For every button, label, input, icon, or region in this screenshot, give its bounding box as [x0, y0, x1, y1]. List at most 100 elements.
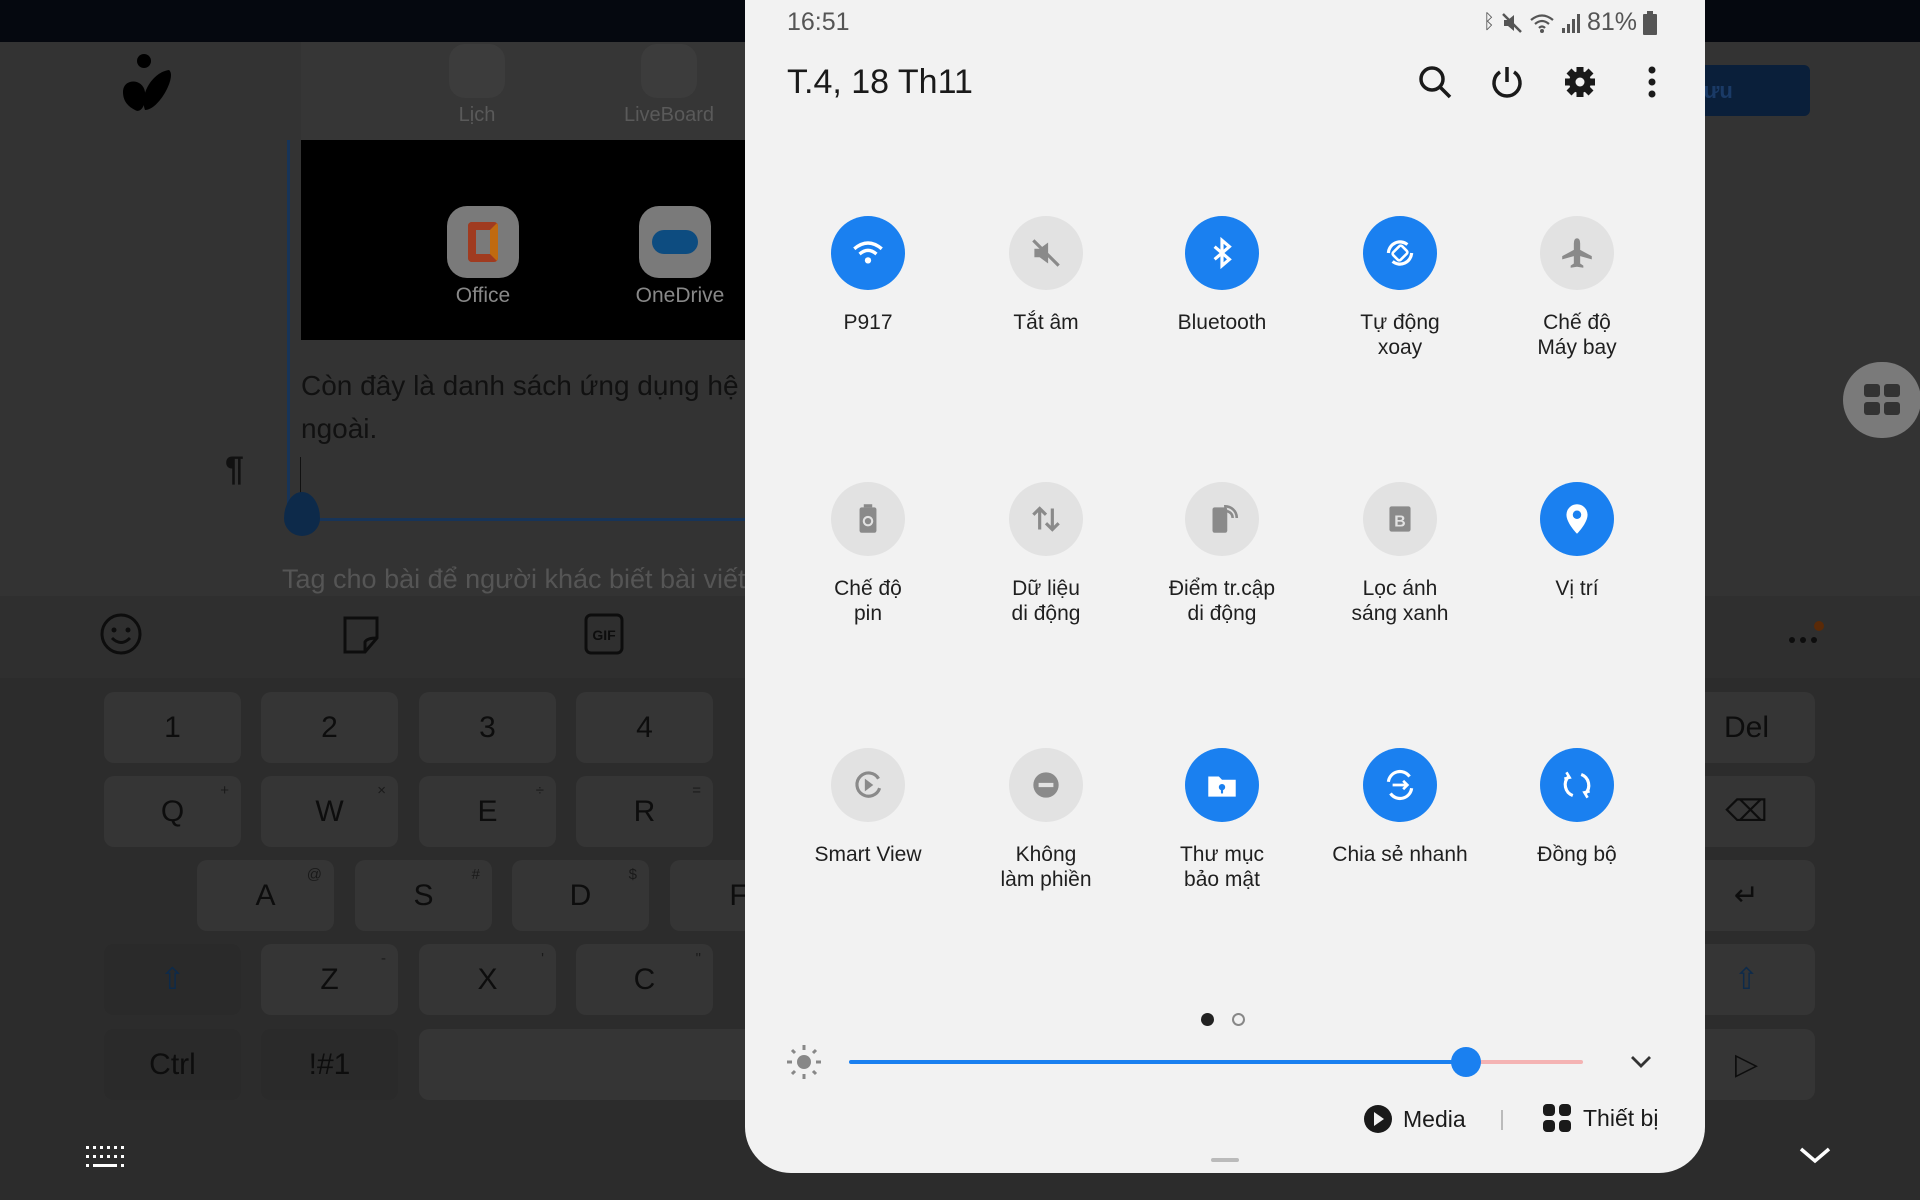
airplane-icon — [1562, 238, 1592, 268]
key[interactable]: Ctrl — [104, 1029, 241, 1100]
app-label: OneDrive — [635, 284, 725, 307]
brightness-slider[interactable] — [849, 1047, 1583, 1077]
app-label: Lịch — [458, 104, 496, 126]
tag-input[interactable]: Tag cho bài để người khác biết bài viết — [282, 564, 745, 595]
sync-icon — [1563, 771, 1591, 799]
power-icon[interactable] — [1489, 64, 1525, 100]
media-label: Media — [1403, 1105, 1466, 1132]
slider-thumb[interactable] — [1450, 1047, 1481, 1077]
floating-apps-button[interactable] — [1843, 362, 1920, 438]
tile-auto-rotate[interactable]: Tự động xoay — [1300, 216, 1500, 360]
key[interactable]: C " — [576, 944, 713, 1015]
tile-button[interactable] — [1540, 748, 1614, 822]
sticker-icon[interactable] — [339, 612, 383, 656]
search-icon[interactable] — [1417, 64, 1453, 100]
gif-icon[interactable]: GIF — [582, 612, 626, 656]
keyboard-switch-icon[interactable] — [86, 1146, 124, 1170]
tile-button[interactable] — [831, 482, 905, 556]
tile-button[interactable] — [1009, 216, 1083, 290]
tile-button[interactable] — [831, 748, 905, 822]
tile-do-not-disturb[interactable]: Không làm phiền — [946, 748, 1146, 892]
tile-button[interactable] — [1009, 482, 1083, 556]
hide-keyboard-chevron-icon[interactable] — [1798, 1146, 1832, 1166]
key[interactable]: R = — [576, 776, 713, 847]
tile-mute[interactable]: Tắt âm — [946, 216, 1146, 335]
tile-quick-share[interactable]: Chia sẻ nhanh — [1300, 748, 1500, 867]
tile-button[interactable] — [1185, 748, 1259, 822]
key-label: ↵ — [1733, 879, 1760, 912]
page-dot-active[interactable] — [1201, 1013, 1214, 1026]
devices-button[interactable]: Thiết bị — [1543, 1104, 1658, 1132]
tile-smart-view[interactable]: Smart View — [768, 748, 968, 867]
auto-rotate-icon — [1386, 240, 1414, 266]
key[interactable]: 3 — [419, 692, 556, 763]
tile-sync[interactable]: Đồng bộ — [1477, 748, 1677, 867]
tile-button[interactable] — [1363, 748, 1437, 822]
key-label: ⇧ — [1733, 963, 1760, 996]
tile-button[interactable]: B — [1363, 482, 1437, 556]
tile-label: Điểm tr.cập di động — [1168, 577, 1276, 625]
app-label: Office — [455, 284, 511, 307]
pilcrow-icon: ¶ — [225, 450, 244, 488]
tile-label: Thư mục bảo mật — [1179, 843, 1265, 891]
key[interactable]: X ' — [419, 944, 556, 1015]
onedrive-app-icon — [639, 206, 711, 278]
key[interactable]: !#1 — [261, 1029, 398, 1100]
tile-blue-light-filter[interactable]: B Lọc ánh sáng xanh — [1300, 482, 1500, 626]
tile-button[interactable] — [1540, 482, 1614, 556]
tile-airplane[interactable]: Chế độ Máy bay — [1477, 216, 1677, 360]
tile-mobile-data[interactable]: Dữ liệu di động — [946, 482, 1146, 626]
tile-button[interactable] — [1185, 216, 1259, 290]
key[interactable]: E ÷ — [419, 776, 556, 847]
drag-handle[interactable] — [1211, 1158, 1239, 1162]
expand-chevron-icon[interactable] — [1629, 1053, 1653, 1071]
tile-hotspot[interactable]: Điểm tr.cập di động — [1122, 482, 1322, 626]
tile-wifi[interactable]: P917 — [768, 216, 968, 335]
key[interactable]: ⇧ — [104, 944, 241, 1015]
page-dot[interactable] — [1232, 1013, 1245, 1026]
tile-label: Không làm phiền — [1000, 843, 1092, 891]
tile-button[interactable] — [1363, 216, 1437, 290]
paragraph-text[interactable]: Còn đây là danh sách ứng dụng hệ ngoài. — [301, 364, 745, 450]
cursor-handle[interactable] — [284, 492, 320, 536]
location-icon — [1566, 504, 1588, 534]
key[interactable]: 2 — [261, 692, 398, 763]
tile-button[interactable] — [831, 216, 905, 290]
media-button[interactable]: Media — [1363, 1104, 1466, 1134]
emoji-icon[interactable] — [99, 612, 143, 656]
key-label: A — [255, 878, 276, 912]
tile-secure-folder[interactable]: Thư mục bảo mật — [1122, 748, 1322, 892]
more-vert-icon[interactable] — [1634, 64, 1670, 100]
svg-text:GIF: GIF — [592, 627, 616, 643]
tile-label: P917 — [843, 311, 893, 334]
tile-battery-saver[interactable]: Chế độ pin — [768, 482, 968, 626]
key[interactable]: A @ — [197, 860, 334, 931]
key-label: C — [633, 962, 656, 996]
tile-label: Tắt âm — [1013, 311, 1079, 334]
mute-icon — [1032, 239, 1060, 267]
grid-icon — [1864, 384, 1900, 415]
tile-button[interactable] — [1185, 482, 1259, 556]
key[interactable]: S # — [355, 860, 492, 931]
gear-icon[interactable] — [1562, 64, 1598, 100]
tile-bluetooth[interactable]: Bluetooth — [1122, 216, 1322, 335]
tile-label: Chia sẻ nhanh — [1332, 843, 1468, 866]
key-label: X — [477, 962, 498, 996]
tile-button[interactable] — [1540, 216, 1614, 290]
date-text: T.4, 18 Th11 — [787, 63, 973, 101]
key[interactable]: Q + — [104, 776, 241, 847]
app-logo-icon — [123, 54, 171, 111]
key[interactable]: Z- — [261, 944, 398, 1015]
tile-button[interactable] — [1009, 748, 1083, 822]
key[interactable]: D $ — [512, 860, 649, 931]
key[interactable]: W × — [261, 776, 398, 847]
key-label: E — [477, 794, 498, 828]
key-secondary: ÷ — [535, 782, 544, 799]
key-secondary: × — [377, 782, 386, 799]
app-label: LiveBoard — [623, 104, 715, 126]
more-options-icon[interactable] — [1782, 612, 1826, 656]
key[interactable]: 4 — [576, 692, 713, 763]
tile-location[interactable]: Vị trí — [1477, 482, 1677, 601]
key-label: ⇧ — [159, 963, 186, 996]
key[interactable]: 1 — [104, 692, 241, 763]
